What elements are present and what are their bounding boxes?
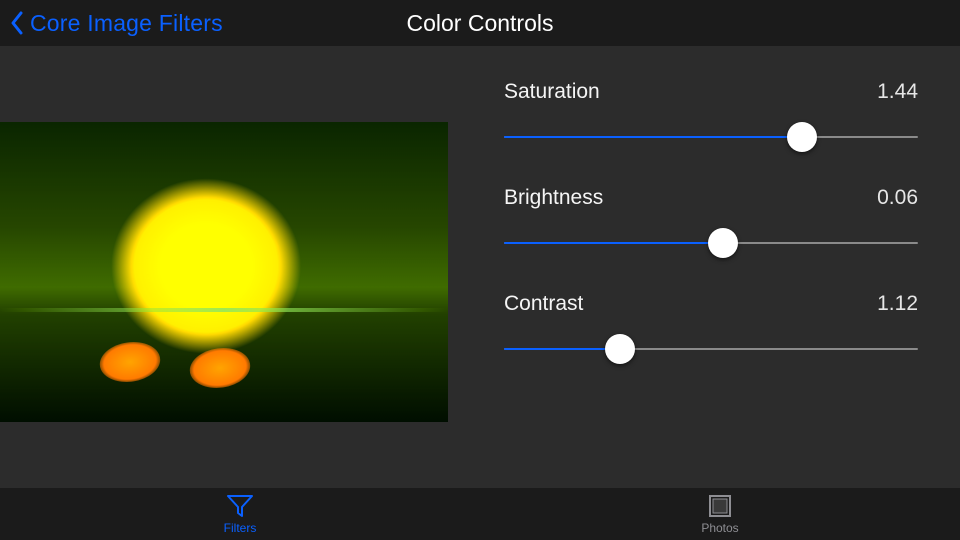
content-area: Saturation 1.44 Brightness 0.06 Cont [0, 46, 960, 488]
param-value: 1.12 [877, 292, 918, 316]
param-brightness: Brightness 0.06 [504, 186, 918, 258]
saturation-slider[interactable] [504, 122, 918, 152]
slider-track-filled [504, 136, 802, 138]
param-label: Contrast [504, 292, 583, 316]
slider-thumb[interactable] [605, 334, 635, 364]
back-label: Core Image Filters [30, 10, 223, 37]
param-contrast: Contrast 1.12 [504, 292, 918, 364]
photos-icon [706, 493, 734, 519]
param-value: 1.44 [877, 80, 918, 104]
back-button[interactable]: Core Image Filters [10, 10, 223, 37]
preview-image [0, 122, 448, 422]
slider-track-filled [504, 348, 620, 350]
chevron-left-icon [10, 11, 24, 35]
tab-photos[interactable]: Photos [480, 488, 960, 540]
param-value: 0.06 [877, 186, 918, 210]
tab-bar: Filters Photos [0, 488, 960, 540]
tab-label: Filters [224, 521, 257, 535]
navbar: Core Image Filters Color Controls [0, 0, 960, 46]
slider-thumb[interactable] [708, 228, 738, 258]
image-pane [0, 46, 448, 488]
slider-thumb[interactable] [787, 122, 817, 152]
param-saturation: Saturation 1.44 [504, 80, 918, 152]
param-label: Saturation [504, 80, 600, 104]
filter-icon [226, 493, 254, 519]
controls-pane: Saturation 1.44 Brightness 0.06 Cont [448, 46, 960, 488]
param-label: Brightness [504, 186, 603, 210]
contrast-slider[interactable] [504, 334, 918, 364]
tab-filters[interactable]: Filters [0, 488, 480, 540]
tab-label: Photos [701, 521, 738, 535]
slider-track-filled [504, 242, 723, 244]
brightness-slider[interactable] [504, 228, 918, 258]
